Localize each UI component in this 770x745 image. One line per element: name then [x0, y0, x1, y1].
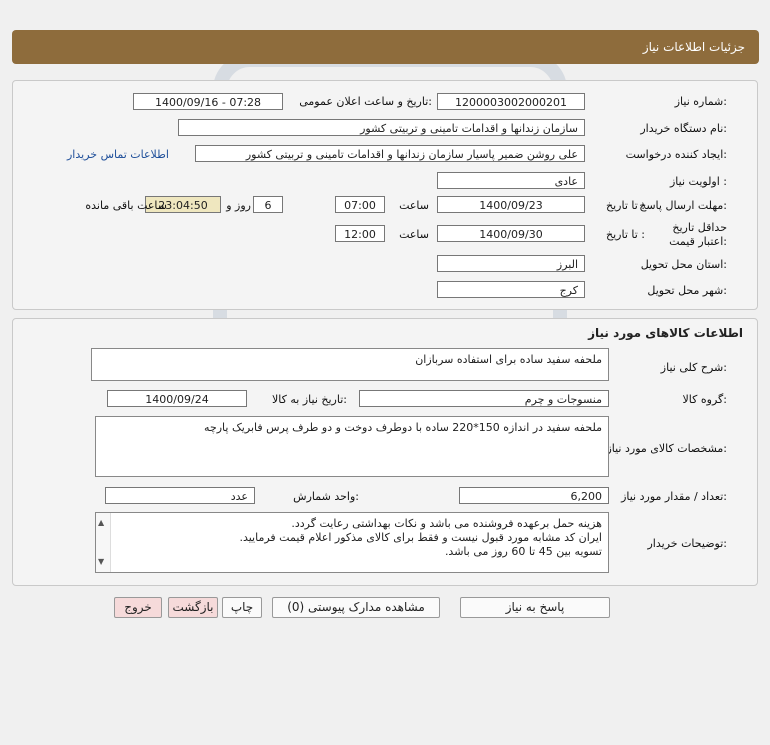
days-remaining-field: 6	[253, 196, 283, 213]
buyer-notes-box[interactable]: هزینه حمل برعهده فروشنده می باشد و نکات …	[95, 512, 609, 573]
buyer-contact-link[interactable]: اطلاعات تماس خریدار	[67, 148, 169, 161]
need-date-field: 1400/09/24	[107, 390, 247, 407]
scroll-up-icon[interactable]: ▲	[98, 516, 104, 530]
print-button[interactable]: چاپ	[222, 597, 262, 618]
exit-button[interactable]: خروج	[114, 597, 162, 618]
creator-label: ایجاد کننده درخواست:	[625, 148, 727, 161]
general-desc-box: ملحفه سفید ساده برای استفاده سربازان	[91, 348, 609, 381]
notes-scrollbar[interactable]: ▲ ▼	[96, 513, 111, 572]
need-number-field: 1200003002000201	[437, 93, 585, 110]
remaining-label: ساعت باقی مانده	[85, 199, 167, 212]
deadline-time-field: 07:00	[335, 196, 385, 213]
page-title: جزئیات اطلاعات نیاز	[642, 40, 745, 54]
unit-label: واحد شمارش:	[293, 490, 359, 503]
need-date-label: تاریخ نیاز به کالا:	[272, 393, 347, 406]
city-field: کرج	[437, 281, 585, 298]
buyer-note-line: تسویه بین 45 تا 60 روز می باشد.	[444, 545, 602, 558]
reply-button[interactable]: پاسخ به نیاز	[460, 597, 610, 618]
unit-field: عدد	[105, 487, 255, 504]
buyer-note-line: ایران کد مشابه مورد قبول نیست و فقط برای…	[239, 531, 602, 544]
general-desc-label: شرح کلی نیاز:	[660, 361, 727, 374]
validity-time-label: ساعت	[399, 228, 429, 241]
specs-box: ملحفه سفید در اندازه 150*220 ساده با دوط…	[95, 416, 609, 477]
deadline-label: مهلت ارسال پاسخ:	[639, 199, 727, 212]
validity-time-field: 12:00	[335, 225, 385, 242]
province-field: البرز	[437, 255, 585, 272]
announce-field: 1400/09/16 - 07:28	[133, 93, 283, 110]
qty-field: 6,200	[459, 487, 609, 504]
deadline-date-field: 1400/09/23	[437, 196, 585, 213]
deadline-to-date-label: تا تاریخ :	[606, 199, 645, 212]
city-label: شهر محل تحویل:	[647, 284, 727, 297]
buyer-note-line: هزینه حمل برعهده فروشنده می باشد و نکات …	[291, 517, 602, 530]
need-info-panel: شماره نیاز: 1200003002000201 تاریخ و ساع…	[12, 80, 758, 310]
scroll-down-icon[interactable]: ▼	[98, 555, 104, 569]
priority-field: عادی	[437, 172, 585, 189]
creator-field: علی روشن ضمیر پاسیار سازمان زندانها و اق…	[195, 145, 585, 162]
group-field: منسوجات و چرم	[359, 390, 609, 407]
buyer-org-field: سازمان زندانها و اقدامات تامینی و تربیتی…	[178, 119, 585, 136]
deadline-time-label: ساعت	[399, 199, 429, 212]
priority-label: اولویت نیاز :	[669, 175, 727, 188]
validity-label: حداقل تاریخ اعتبار قیمت:	[669, 221, 727, 248]
validity-date-field: 1400/09/30	[437, 225, 585, 242]
buyer-org-label: نام دستگاه خریدار:	[640, 122, 727, 135]
page-header: جزئیات اطلاعات نیاز	[12, 30, 759, 64]
province-label: استان محل تحویل:	[640, 258, 727, 271]
need-number-label: شماره نیاز:	[674, 95, 727, 108]
buyer-notes-label: توضیحات خریدار:	[647, 537, 728, 550]
back-button[interactable]: بازگشت	[168, 597, 218, 618]
announce-label: تاریخ و ساعت اعلان عمومی:	[299, 95, 432, 108]
validity-to-date-label: تا تاریخ :	[606, 228, 645, 241]
goods-panel: اطلاعات کالاهای مورد نیاز شرح کلی نیاز: …	[12, 318, 758, 586]
view-attachments-button[interactable]: مشاهده مدارک پیوستی (0)	[272, 597, 440, 618]
goods-section-title: اطلاعات کالاهای مورد نیاز	[588, 326, 743, 340]
days-label: روز و	[226, 199, 251, 212]
group-label: گروه کالا:	[682, 393, 727, 406]
qty-label: تعداد / مقدار مورد نیاز:	[621, 490, 727, 503]
specs-label: مشخصات کالای مورد نیاز:	[606, 442, 727, 455]
